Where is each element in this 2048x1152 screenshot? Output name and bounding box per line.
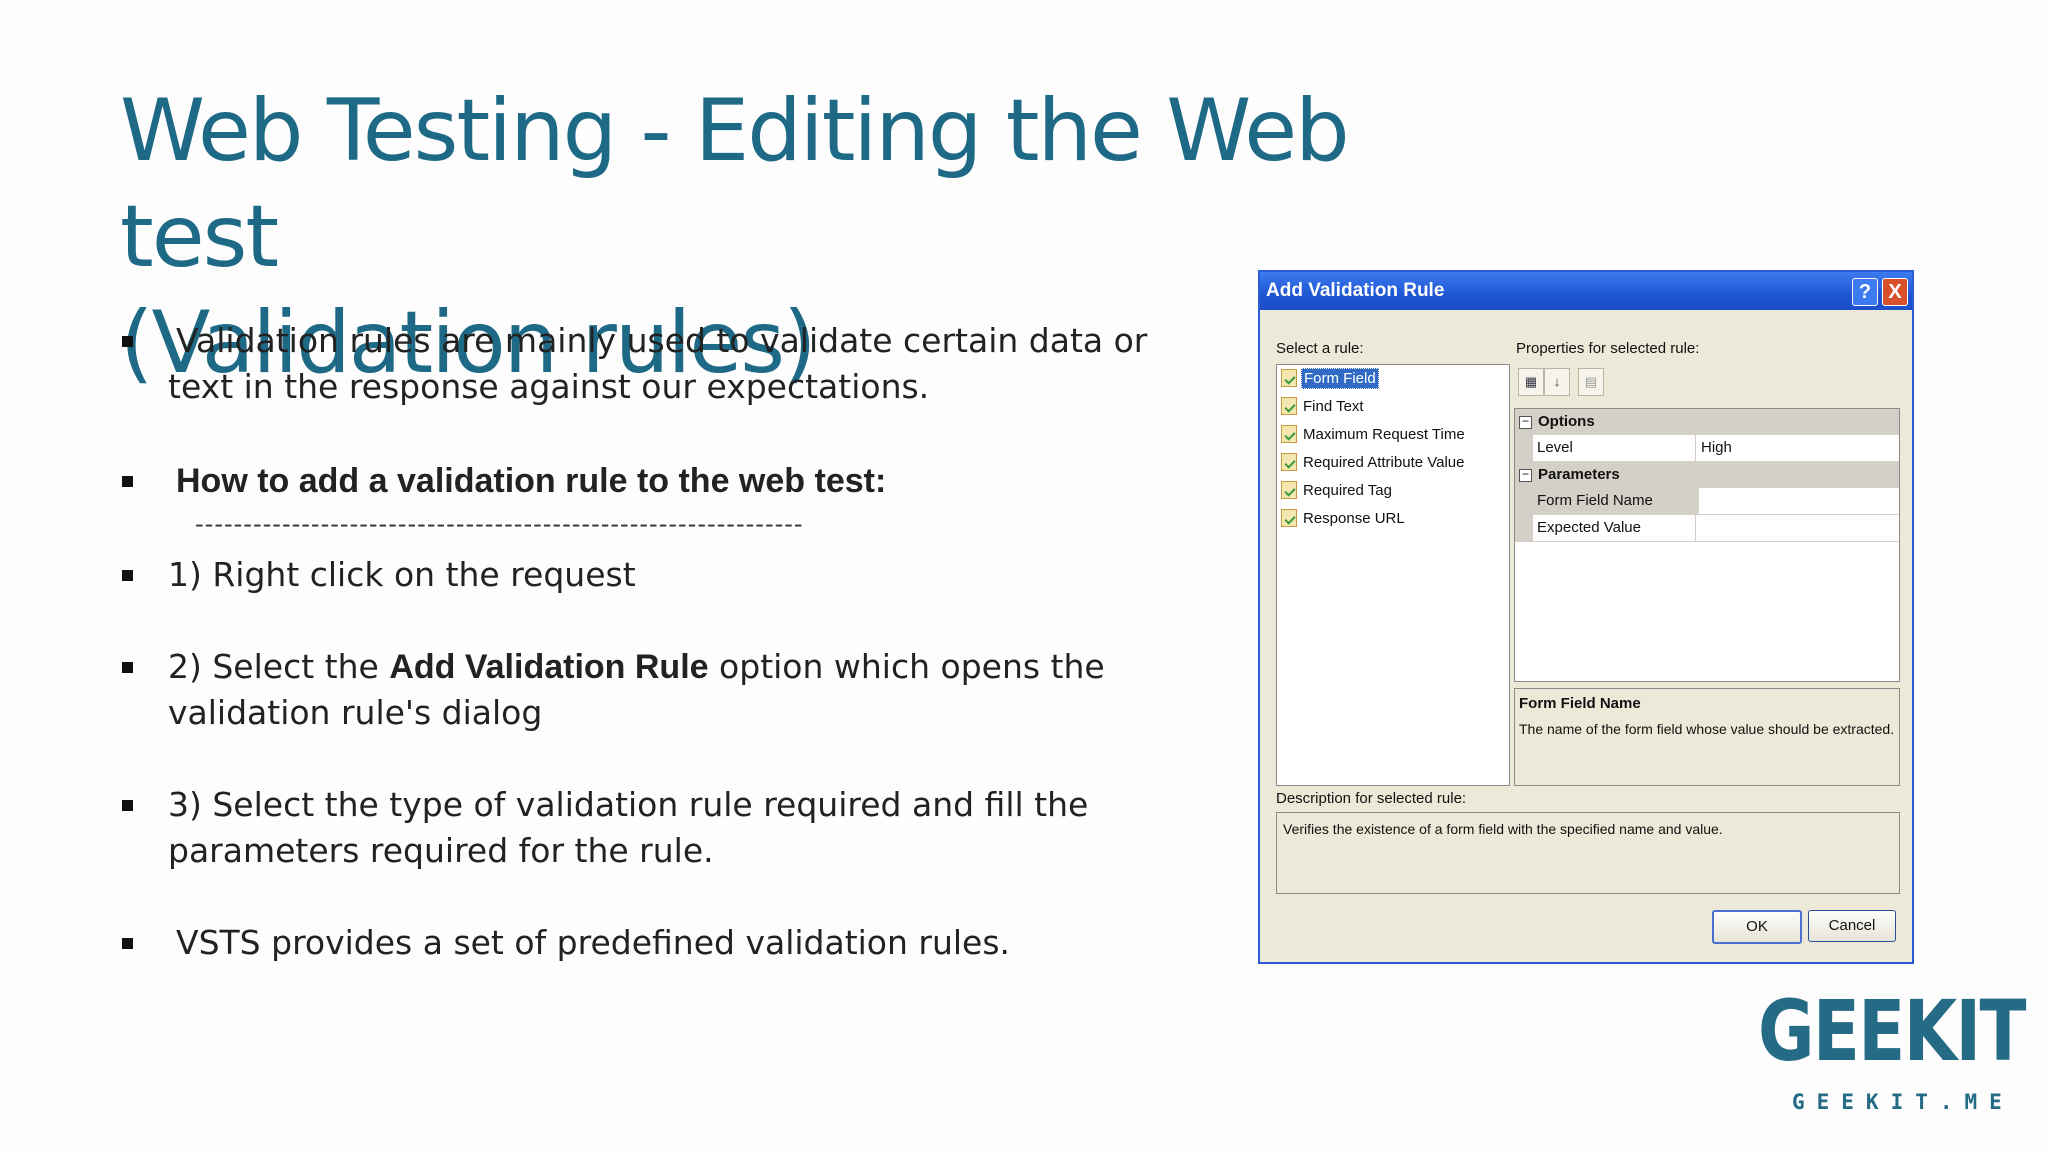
property-row-level[interactable]: Level High	[1515, 435, 1899, 462]
rule-icon	[1281, 509, 1297, 528]
bullet-6: VSTS provides a set of predefined valida…	[120, 920, 1176, 966]
rule-icon	[1281, 453, 1297, 472]
rule-icon	[1281, 397, 1297, 416]
property-pages-icon[interactable]: ▤	[1578, 368, 1604, 396]
rule-list[interactable]: Form Field Find Text Maximum Request Tim…	[1276, 364, 1510, 786]
bullet-1: Validation rules are mainly used to vali…	[120, 318, 1168, 410]
rule-item-form-field[interactable]: Form Field	[1281, 367, 1379, 391]
bullet-square-icon	[122, 476, 133, 487]
bullet-3-text: 1) Right click on the request	[168, 555, 636, 594]
ok-button[interactable]: OK	[1712, 910, 1802, 944]
bullet-5: 3) Select the type of validation rule re…	[120, 782, 1168, 874]
rule-item-required-attribute-value[interactable]: Required Attribute Value	[1281, 453, 1467, 475]
rule-item-find-text[interactable]: Find Text	[1281, 397, 1366, 419]
property-key: Form Field Name	[1533, 488, 1699, 514]
rule-icon	[1281, 481, 1297, 500]
collapse-icon[interactable]: −	[1519, 415, 1532, 429]
bullet-5-text: 3) Select the type of validation rule re…	[168, 785, 1089, 870]
parameters-category[interactable]: − Parameters	[1515, 462, 1899, 488]
select-rule-label: Select a rule:	[1276, 340, 1364, 357]
bullet-2: How to add a validation rule to the web …	[120, 458, 1176, 504]
property-key: Expected Value	[1537, 519, 1641, 536]
add-validation-rule-dialog: Add Validation Rule ? X Select a rule: F…	[1258, 270, 1914, 964]
bullet-4: 2) Select the Add Validation Rule option…	[120, 644, 1168, 736]
categorized-icon[interactable]: ▦	[1518, 368, 1544, 396]
bullet-4-bold: Add Validation Rule	[389, 648, 709, 686]
bullet-square-icon	[122, 570, 133, 581]
rule-description-box: Verifies the existence of a form field w…	[1276, 812, 1900, 894]
dialog-titlebar[interactable]: Add Validation Rule ? X	[1260, 272, 1912, 310]
property-row-expected-value[interactable]: Expected Value	[1515, 515, 1899, 542]
rule-icon	[1281, 425, 1297, 444]
property-grid: − Options Level High − Parameters Form Fie…	[1514, 408, 1900, 682]
bullet-square-icon	[122, 662, 133, 673]
property-key: Level	[1537, 439, 1573, 456]
bullet-square-icon	[122, 938, 133, 949]
logo-wordmark: GEEKIT	[1758, 982, 2026, 1080]
geekit-logo: GEEKIT GEEKIT.ME	[1752, 982, 2026, 1114]
bullet-3: 1) Right click on the request	[120, 552, 1168, 598]
bullet-1-text: Validation rules are mainly used to vali…	[168, 321, 1148, 406]
dialog-title: Add Validation Rule	[1266, 280, 1445, 301]
bullet-2-text: How to add a validation rule to the web …	[176, 462, 887, 500]
bullet-6-text: VSTS provides a set of predefined valida…	[176, 923, 1011, 962]
properties-label: Properties for selected rule:	[1516, 340, 1700, 357]
bullet-4-pre: 2) Select the	[168, 647, 390, 686]
property-row-form-field-name[interactable]: Form Field Name	[1515, 488, 1899, 515]
alphabetical-icon[interactable]: ↓	[1544, 368, 1570, 396]
cancel-button[interactable]: Cancel	[1808, 910, 1896, 942]
rule-icon	[1281, 369, 1297, 388]
bullet-square-icon	[122, 800, 133, 811]
property-value[interactable]: High	[1701, 435, 1732, 461]
title-line-1: Web Testing - Editing the Web test	[120, 81, 1350, 287]
rule-item-maximum-request-time[interactable]: Maximum Request Time	[1281, 425, 1467, 447]
dashed-separator: ----------------------------------------…	[195, 510, 804, 538]
property-description-title: Form Field Name	[1519, 695, 1641, 712]
property-description: Form Field Name The name of the form fie…	[1514, 688, 1900, 786]
slide: Web Testing - Editing the Web test (Vali…	[0, 0, 2048, 1152]
options-category[interactable]: − Options	[1515, 409, 1899, 435]
logo-url: GEEKIT.ME	[1792, 1090, 2014, 1114]
rule-description-text: Verifies the existence of a form field w…	[1283, 821, 1723, 837]
rule-item-response-url[interactable]: Response URL	[1281, 509, 1407, 531]
bullet-square-icon	[122, 336, 133, 347]
close-button[interactable]: X	[1882, 278, 1908, 306]
help-button[interactable]: ?	[1852, 278, 1878, 306]
property-description-text: The name of the form field whose value s…	[1519, 721, 1895, 737]
rule-item-required-tag[interactable]: Required Tag	[1281, 481, 1394, 503]
collapse-icon[interactable]: −	[1519, 468, 1532, 482]
rule-description-label: Description for selected rule:	[1276, 790, 1467, 807]
bullet-4-text: 2) Select the Add Validation Rule option…	[168, 644, 1168, 736]
